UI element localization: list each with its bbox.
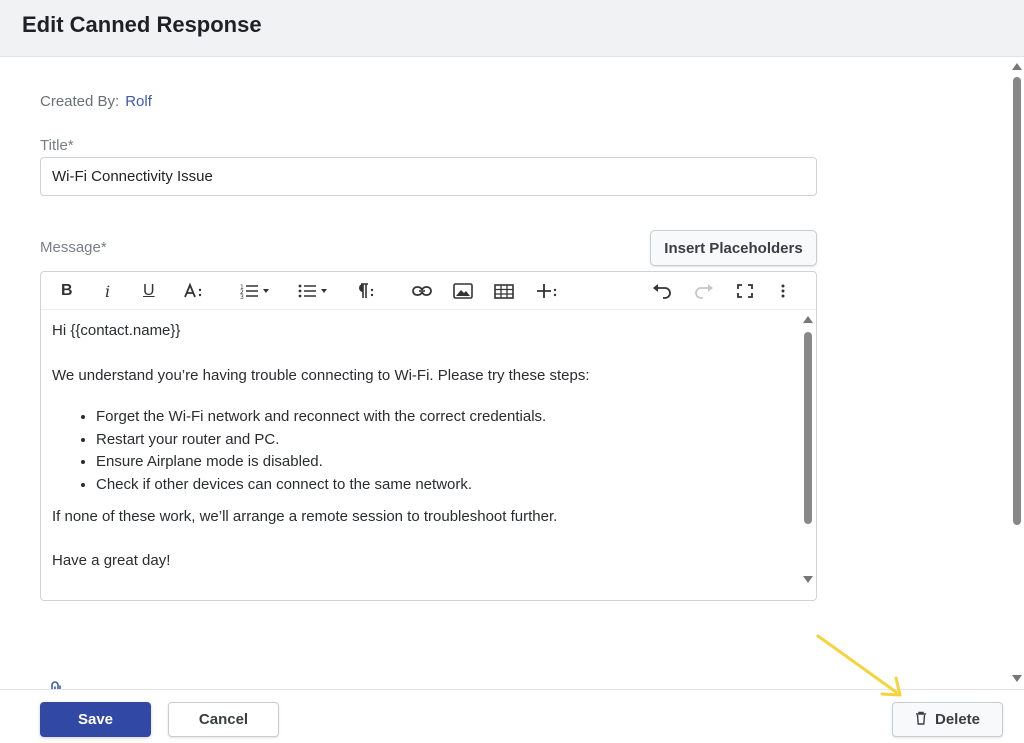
insert-more-icon[interactable] [535, 280, 559, 302]
ordered-list-icon[interactable]: 123 [239, 280, 271, 302]
cancel-button[interactable]: Cancel [168, 702, 279, 737]
delete-label: Delete [934, 711, 981, 728]
trash-icon [915, 711, 927, 729]
text-size-icon[interactable] [183, 280, 205, 302]
page-scrollbar-thumb[interactable] [1013, 77, 1021, 525]
svg-text:3: 3 [240, 294, 244, 300]
message-label: Message* [40, 239, 107, 256]
list-item: Check if other devices can connect to th… [96, 474, 546, 497]
scroll-down-icon[interactable] [803, 576, 813, 583]
editor-body[interactable]: Hi {{contact.name}} We understand you’re… [41, 310, 801, 600]
annotation-arrow-icon [816, 634, 902, 697]
message-editor[interactable]: B i U 123 Hi {{contact.name}} We underst… [40, 271, 817, 601]
link-icon[interactable] [411, 280, 433, 302]
page-scroll-up-icon[interactable] [1012, 63, 1022, 70]
list-item: Forget the Wi-Fi network and reconnect w… [96, 406, 546, 429]
underline-icon[interactable]: U [143, 280, 155, 302]
paragraph-icon[interactable] [353, 280, 377, 302]
scroll-up-icon[interactable] [803, 316, 813, 323]
title-label: Title* [40, 137, 74, 154]
list-item: Restart your router and PC. [96, 429, 546, 452]
followup-text: If none of these work, we’ll arrange a r… [52, 508, 558, 525]
insert-placeholders-button[interactable]: Insert Placeholders [650, 230, 817, 266]
page-scroll-down-icon[interactable] [1012, 675, 1022, 682]
steps-list: Forget the Wi-Fi network and reconnect w… [96, 406, 546, 496]
unordered-list-icon[interactable] [297, 280, 329, 302]
save-button[interactable]: Save [40, 702, 151, 737]
title-input[interactable] [40, 157, 817, 196]
page-title: Edit Canned Response [22, 12, 262, 37]
italic-icon[interactable]: i [105, 280, 110, 302]
modal-content: Created By: Rolf Title* Message* Insert P… [0, 57, 1008, 702]
list-item: Ensure Airplane mode is disabled. [96, 451, 546, 474]
delete-button[interactable]: Delete [892, 702, 1003, 737]
redo-icon[interactable] [693, 280, 715, 302]
table-icon[interactable] [493, 280, 515, 302]
modal-header: Edit Canned Response [0, 0, 1024, 57]
created-by: Created By: Rolf [40, 93, 152, 110]
page-scrollbar[interactable] [1010, 57, 1024, 689]
created-by-value[interactable]: Rolf [125, 93, 152, 110]
more-vert-icon[interactable] [776, 280, 790, 302]
editor-scrollbar-thumb[interactable] [804, 332, 812, 524]
fullscreen-icon[interactable] [734, 280, 756, 302]
editor-scrollbar[interactable] [802, 314, 814, 594]
closing-text: Have a great day! [52, 552, 171, 569]
created-by-label: Created By: [40, 93, 120, 110]
image-icon[interactable] [452, 280, 474, 302]
bold-icon[interactable]: B [61, 280, 73, 302]
undo-icon[interactable] [651, 280, 673, 302]
greeting-text: Hi {{contact.name}} [52, 322, 181, 339]
intro-text: We understand you’re having trouble conn… [52, 367, 590, 384]
editor-toolbar: B i U 123 [41, 272, 816, 310]
